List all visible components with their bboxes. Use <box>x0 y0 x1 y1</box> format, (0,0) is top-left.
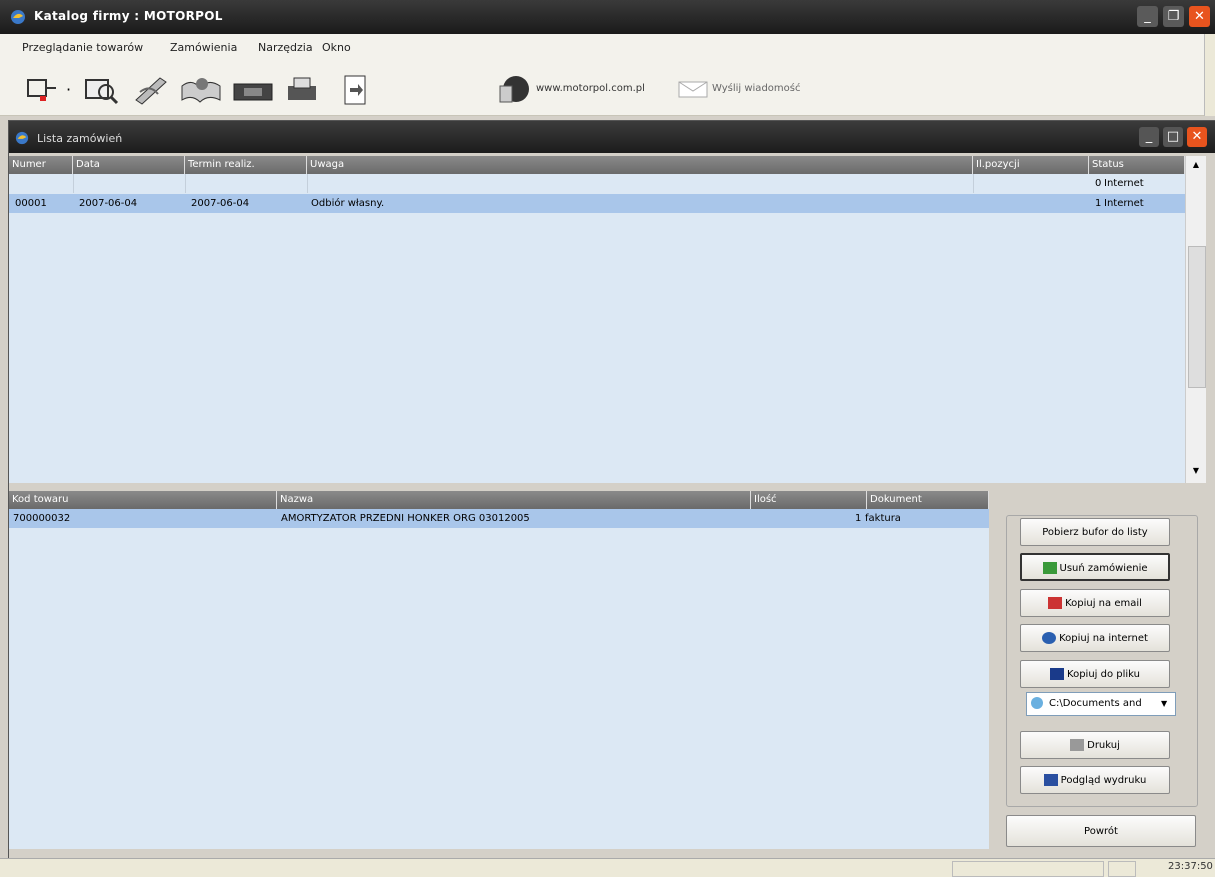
delete-order-icon <box>1042 562 1057 574</box>
cell-termin: 2007-06-04 <box>191 198 250 209</box>
cell-status: Internet <box>1104 178 1144 189</box>
toolbar: · www.motorpol.com.pl Wyślij wiadomość <box>0 60 1204 116</box>
status-panel <box>1108 861 1136 877</box>
child-close-icon[interactable]: ✕ <box>1187 127 1207 147</box>
delete-order-button[interactable]: Usuń zamówienie <box>1020 553 1170 581</box>
items-grid: Kod towaru Nazwa Ilość Dokument 70000003… <box>9 491 989 849</box>
cell-nazwa: AMORTYZATOR PRZEDNI HONKER ORG 03012005 <box>281 513 530 524</box>
envelope-icon[interactable] <box>678 79 708 99</box>
menu-item-tools[interactable]: Narzędzia <box>258 41 313 54</box>
col-ilosc-items[interactable]: Ilość <box>751 491 867 509</box>
main-title-bar: Katalog firmy : MOTORPOL _ ❐ ✕ <box>0 0 1215 34</box>
col-numer[interactable]: Numer <box>9 156 73 174</box>
col-kod[interactable]: Kod towaru <box>9 491 277 509</box>
table-row[interactable]: 0 Internet <box>9 174 1185 193</box>
keyboard-icon[interactable] <box>230 74 276 106</box>
col-nazwa[interactable]: Nazwa <box>277 491 751 509</box>
cell-ilosc: 1 <box>1095 198 1102 209</box>
back-label: Powrót <box>1084 826 1118 837</box>
print-preview-label: Podgląd wydruku <box>1060 775 1147 786</box>
right-scroll-strip <box>1204 34 1215 116</box>
menu-item-browse[interactable]: Przeglądanie towarów <box>22 41 143 54</box>
table-row[interactable]: 700000032 AMORTYZATOR PRZEDNI HONKER ORG… <box>9 509 989 528</box>
folder-globe-icon <box>1031 697 1043 709</box>
col-dokument[interactable]: Dokument <box>867 491 989 509</box>
scroll-down-icon[interactable]: ▼ <box>1186 462 1206 480</box>
floppy-disk-icon <box>1050 668 1065 680</box>
child-maximize-icon[interactable]: □ <box>1163 127 1183 147</box>
cell-ilosc: 1 <box>855 513 862 524</box>
orders-window-title: Lista zamówień <box>37 132 123 145</box>
restore-icon[interactable]: ❐ <box>1163 6 1184 27</box>
print-label: Drukuj <box>1087 740 1120 751</box>
col-status[interactable]: Status <box>1089 156 1185 174</box>
printer-small-icon <box>1070 739 1085 751</box>
menu-bar: Przeglądanie towarów Zamówienia Narzędzi… <box>0 34 1204 61</box>
col-data[interactable]: Data <box>73 156 185 174</box>
app-logo-icon <box>11 10 25 24</box>
orders-grid: Numer Data Termin realiz. Uwaga Il.pozyc… <box>9 156 1185 483</box>
menu-item-orders[interactable]: Zamówienia <box>170 41 237 54</box>
menu-item-window[interactable]: Okno <box>322 41 351 54</box>
cell-numer: 00001 <box>15 198 47 209</box>
print-button[interactable]: Drukuj <box>1020 731 1170 759</box>
printer-icon[interactable] <box>284 74 320 106</box>
internet-icon <box>1042 632 1057 644</box>
website-link[interactable]: www.motorpol.com.pl <box>536 83 645 94</box>
cell-uwaga: Odbiór własny. <box>311 198 385 209</box>
print-preview-button[interactable]: Podgląd wydruku <box>1020 766 1170 794</box>
open-book-icon[interactable] <box>178 74 224 106</box>
path-select-value: C:\Documents and <box>1049 698 1142 709</box>
cell-kod: 700000032 <box>13 513 71 524</box>
orders-window-title-bar: Lista zamówień _ □ ✕ <box>9 121 1215 153</box>
table-row[interactable]: 00001 2007-06-04 2007-06-04 Odbiór własn… <box>9 194 1185 213</box>
app-title: Katalog firmy : MOTORPOL <box>34 9 223 23</box>
copy-email-label: Kopiuj na email <box>1065 598 1142 609</box>
child-minimize-icon[interactable]: _ <box>1139 127 1159 147</box>
dropdown-dot-icon[interactable]: · <box>66 80 71 99</box>
globe-icon[interactable] <box>494 74 534 106</box>
minimize-icon[interactable]: _ <box>1137 6 1158 27</box>
copy-file-label: Kopiuj do pliku <box>1067 669 1140 680</box>
copy-internet-label: Kopiuj na internet <box>1059 633 1148 644</box>
cell-ilosc: 0 <box>1095 178 1102 189</box>
print-preview-icon <box>1043 774 1058 786</box>
copy-file-button[interactable]: Kopiuj do pliku <box>1020 660 1170 688</box>
close-icon[interactable]: ✕ <box>1189 6 1210 27</box>
window-logo-icon <box>15 131 29 145</box>
catalog-icon[interactable] <box>24 74 64 106</box>
search-book-icon[interactable] <box>82 74 122 106</box>
orders-scrollbar[interactable]: ▲ ▼ <box>1185 156 1206 483</box>
email-icon <box>1048 597 1063 609</box>
scroll-up-icon[interactable]: ▲ <box>1186 156 1206 174</box>
status-bar: 23:37:50 <box>0 858 1215 877</box>
back-button[interactable]: Powrót <box>1006 815 1196 847</box>
chevron-down-icon[interactable]: ▼ <box>1161 693 1167 715</box>
delete-order-label: Usuń zamówienie <box>1059 563 1148 574</box>
copy-internet-button[interactable]: Kopiuj na internet <box>1020 624 1170 652</box>
scroll-thumb[interactable] <box>1188 246 1206 388</box>
cell-dokument: faktura <box>865 513 901 524</box>
fetch-buffer-button[interactable]: Pobierz bufor do listy <box>1020 518 1170 546</box>
status-clock: 23:37:50 <box>1168 861 1213 872</box>
path-select[interactable]: C:\Documents and ▼ <box>1026 692 1176 716</box>
edit-pencil-icon[interactable] <box>130 74 174 106</box>
col-termin[interactable]: Termin realiz. <box>185 156 307 174</box>
fetch-buffer-label: Pobierz bufor do listy <box>1042 527 1148 538</box>
cell-data: 2007-06-04 <box>79 198 138 209</box>
col-ilosc[interactable]: Il.pozycji <box>973 156 1089 174</box>
status-panel <box>952 861 1104 877</box>
send-message-link[interactable]: Wyślij wiadomość <box>712 83 800 94</box>
document-arrow-icon[interactable] <box>340 74 370 106</box>
copy-email-button[interactable]: Kopiuj na email <box>1020 589 1170 617</box>
col-uwaga[interactable]: Uwaga <box>307 156 973 174</box>
cell-status: Internet <box>1104 198 1144 209</box>
